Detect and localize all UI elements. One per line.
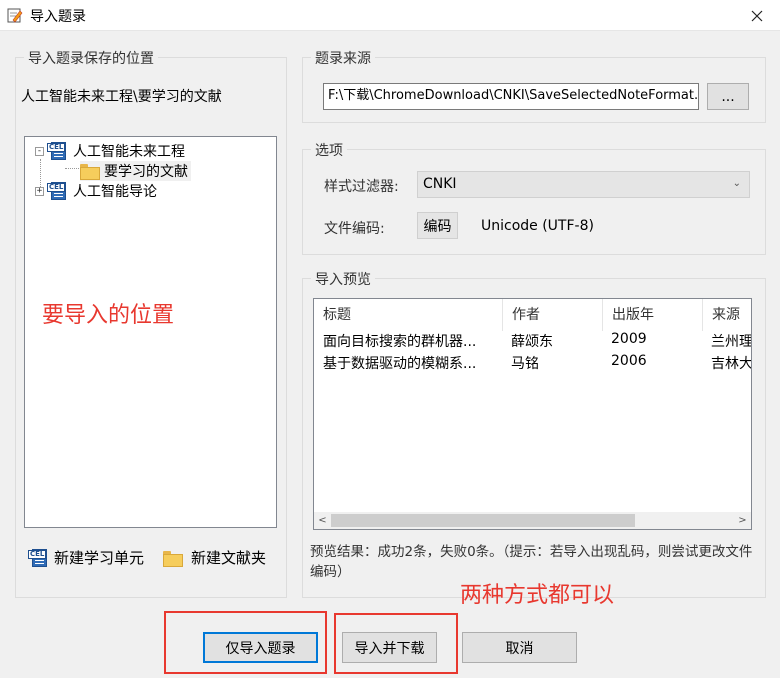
folder-icon <box>163 550 183 567</box>
style-filter-label: 样式过滤器: <box>324 179 399 195</box>
folder-tree[interactable]: - CEL 人工智能未来工程 要学习的文献 + CEL 人工智能导论 要导入的位… <box>24 136 277 528</box>
column-header-author[interactable]: 作者 <box>503 299 603 331</box>
cel-project-icon: CEL <box>47 142 67 160</box>
highlight-box-import-download <box>334 613 458 674</box>
table-cell-year: 2006 <box>611 353 647 369</box>
options-group-title: 选项 <box>311 140 347 160</box>
highlight-box-import-only <box>164 611 327 674</box>
options-group: 选项 <box>302 140 766 255</box>
folder-icon <box>80 164 100 180</box>
table-cell-author: 薛颂东 <box>511 334 553 350</box>
column-header-year[interactable]: 出版年 <box>603 299 703 331</box>
current-save-path: 人工智能未来工程\要学习的文献 <box>21 89 222 105</box>
expand-toggle[interactable]: + <box>35 186 44 196</box>
cel-project-icon: CEL <box>28 548 48 567</box>
new-study-unit-label: 新建学习单元 <box>54 549 145 567</box>
preview-group-title: 导入预览 <box>311 269 375 289</box>
tree-line <box>65 168 79 169</box>
tree-item-folder-reading[interactable]: 要学习的文献 <box>80 161 191 181</box>
new-folder-label: 新建文献夹 <box>191 549 267 567</box>
column-header-source[interactable]: 来源 <box>703 299 751 331</box>
tree-item-project-ai-intro[interactable]: + CEL 人工智能导论 <box>35 181 157 201</box>
scroll-thumb[interactable] <box>331 514 635 527</box>
title-bar: 导入题录 <box>0 0 780 31</box>
scroll-left-icon[interactable]: < <box>314 512 331 529</box>
browse-button[interactable]: ... <box>707 83 749 110</box>
save-location-group-title: 导入题录保存的位置 <box>24 48 158 68</box>
annotation-import-location: 要导入的位置 <box>42 303 175 328</box>
table-cell-source: 兰州理 <box>711 334 752 350</box>
table-cell-source: 吉林大 <box>711 356 752 372</box>
tree-item-project-ai-future[interactable]: - CEL 人工智能未来工程 <box>35 141 185 161</box>
new-folder-button[interactable]: 新建文献夹 <box>163 547 266 568</box>
source-file-path-field[interactable]: F:\下载\ChromeDownload\CNKI\SaveSelectedNo… <box>323 83 699 110</box>
new-study-unit-button[interactable]: CEL 新建学习单元 <box>28 547 144 568</box>
chevron-down-icon: ⌄ <box>732 178 741 189</box>
tree-item-label: 要学习的文献 <box>104 164 188 180</box>
table-cell-title: 基于数据驱动的模糊系... <box>323 356 477 372</box>
preview-result-text: 预览结果：成功2条，失败0条。（提示：若导入出现乱码，则尝试更改文件编码） <box>310 544 753 580</box>
table-cell-title: 面向目标搜索的群机器... <box>323 334 477 350</box>
style-filter-select[interactable]: CNKI ⌄ <box>417 171 750 198</box>
source-group-title: 题录来源 <box>311 48 375 68</box>
preview-list[interactable]: 标题 作者 出版年 来源 面向目标搜索的群机器... 薛颂东 2009 兰州理 … <box>313 298 752 530</box>
tree-item-label: 人工智能未来工程 <box>73 144 185 160</box>
close-icon[interactable] <box>734 0 780 31</box>
column-header-title[interactable]: 标题 <box>314 299 503 331</box>
table-cell-author: 马铭 <box>511 356 539 372</box>
style-filter-value: CNKI <box>423 176 457 192</box>
annotation-both-methods: 两种方式都可以 <box>460 583 615 608</box>
scroll-right-icon[interactable]: > <box>734 512 751 529</box>
horizontal-scrollbar[interactable]: < > <box>314 512 751 529</box>
encoding-label: 文件编码: <box>324 221 385 237</box>
encoding-button[interactable]: 编码 <box>417 212 458 239</box>
cel-project-icon: CEL <box>47 182 67 200</box>
edit-note-icon <box>7 8 23 23</box>
collapse-toggle[interactable]: - <box>35 146 44 156</box>
tree-item-label: 人工智能导论 <box>73 184 157 200</box>
window-title: 导入题录 <box>30 9 86 25</box>
close-x-glyph <box>751 10 763 21</box>
encoding-value: Unicode (UTF-8) <box>481 218 594 234</box>
table-cell-year: 2009 <box>611 331 647 347</box>
cancel-button[interactable]: 取消 <box>462 632 577 663</box>
